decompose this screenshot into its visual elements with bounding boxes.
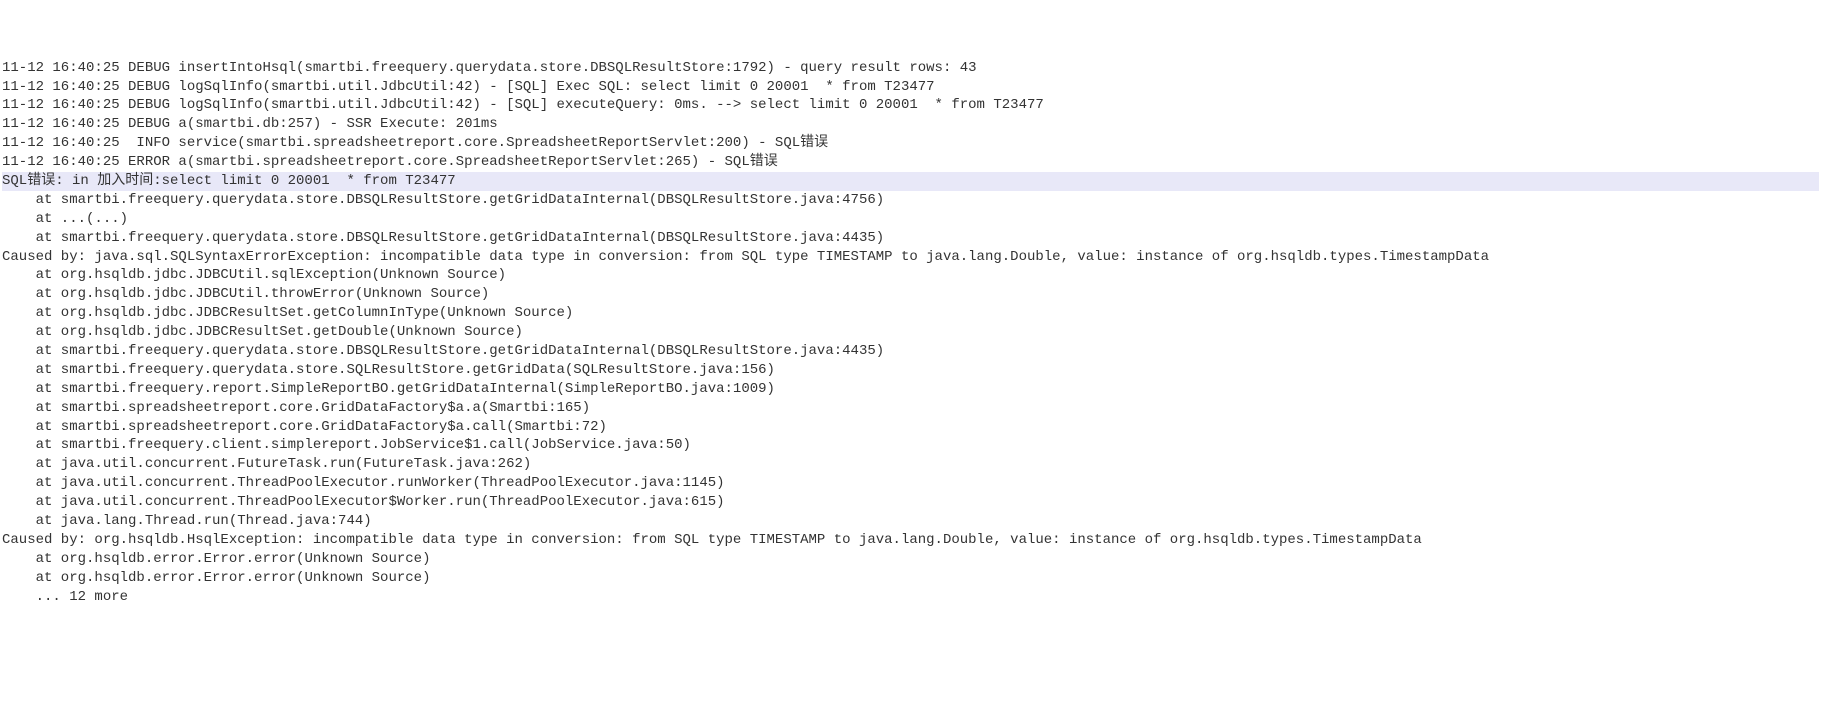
log-line: at smartbi.freequery.querydata.store.DBS… xyxy=(2,229,1819,248)
log-line: at org.hsqldb.error.Error.error(Unknown … xyxy=(2,569,1819,588)
log-line: at smartbi.spreadsheetreport.core.GridDa… xyxy=(2,399,1819,418)
log-line: 11-12 16:40:25 DEBUG insertIntoHsql(smar… xyxy=(2,59,1819,78)
log-line: SQL错误: in 加入时间:select limit 0 20001 * fr… xyxy=(2,172,1819,191)
log-line: Caused by: java.sql.SQLSyntaxErrorExcept… xyxy=(2,248,1819,267)
log-line: at smartbi.freequery.client.simplereport… xyxy=(2,436,1819,455)
log-line: at java.util.concurrent.ThreadPoolExecut… xyxy=(2,474,1819,493)
log-line: 11-12 16:40:25 DEBUG logSqlInfo(smartbi.… xyxy=(2,96,1819,115)
log-line: at org.hsqldb.jdbc.JDBCUtil.throwError(U… xyxy=(2,285,1819,304)
log-line: at smartbi.freequery.querydata.store.DBS… xyxy=(2,191,1819,210)
log-line: 11-12 16:40:25 ERROR a(smartbi.spreadshe… xyxy=(2,153,1819,172)
log-line: Caused by: org.hsqldb.HsqlException: inc… xyxy=(2,531,1819,550)
log-line: at smartbi.freequery.querydata.store.DBS… xyxy=(2,342,1819,361)
log-line: at org.hsqldb.jdbc.JDBCResultSet.getDoub… xyxy=(2,323,1819,342)
log-line: at org.hsqldb.error.Error.error(Unknown … xyxy=(2,550,1819,569)
log-line: at ...(...) xyxy=(2,210,1819,229)
log-line: 11-12 16:40:25 DEBUG logSqlInfo(smartbi.… xyxy=(2,78,1819,97)
log-line: at org.hsqldb.jdbc.JDBCResultSet.getColu… xyxy=(2,304,1819,323)
log-line: at smartbi.spreadsheetreport.core.GridDa… xyxy=(2,418,1819,437)
log-line: at smartbi.freequery.report.SimpleReport… xyxy=(2,380,1819,399)
log-line: at smartbi.freequery.querydata.store.SQL… xyxy=(2,361,1819,380)
log-line: at org.hsqldb.jdbc.JDBCUtil.sqlException… xyxy=(2,266,1819,285)
log-line: at java.util.concurrent.FutureTask.run(F… xyxy=(2,455,1819,474)
log-line: at java.lang.Thread.run(Thread.java:744) xyxy=(2,512,1819,531)
log-line: at java.util.concurrent.ThreadPoolExecut… xyxy=(2,493,1819,512)
log-output: 11-12 16:40:25 DEBUG insertIntoHsql(smar… xyxy=(2,59,1819,607)
log-line: 11-12 16:40:25 DEBUG a(smartbi.db:257) -… xyxy=(2,115,1819,134)
log-line: 11-12 16:40:25 INFO service(smartbi.spre… xyxy=(2,134,1819,153)
